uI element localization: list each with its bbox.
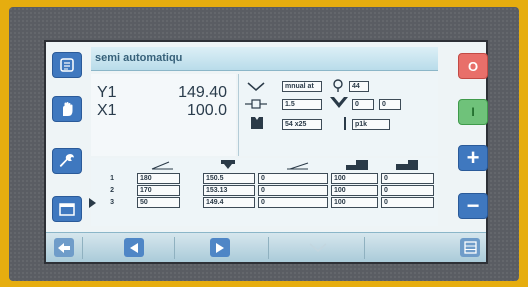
table-cell[interactable]: 0	[381, 197, 434, 208]
stop-label: O	[467, 58, 479, 74]
die-width-field[interactable]: 1.5	[282, 99, 322, 110]
previous-button[interactable]	[124, 238, 144, 257]
angle-col-icon	[151, 161, 173, 170]
next-button[interactable]	[210, 238, 230, 257]
back-arrow-icon	[58, 242, 70, 253]
program-field[interactable]: p1k	[352, 119, 390, 130]
punch-icon	[251, 117, 263, 129]
axis-label: X1	[97, 102, 117, 119]
z-axis-col-icon	[396, 160, 418, 170]
divider	[174, 237, 175, 259]
program-button[interactable]	[52, 196, 82, 222]
divider	[82, 237, 83, 259]
plus-icon: +	[466, 145, 480, 170]
thickness-icon	[344, 117, 346, 130]
table-cell[interactable]: 170	[137, 185, 180, 196]
play-left-icon	[130, 242, 138, 253]
die-width-icon	[245, 99, 267, 109]
menu-icon	[60, 58, 74, 72]
row-number: 1	[110, 175, 114, 182]
expand-button[interactable]	[308, 238, 328, 257]
tool-icon	[333, 79, 343, 92]
bend-v-icon	[330, 97, 348, 108]
mode-field[interactable]: mnual at	[282, 81, 322, 92]
tools-button[interactable]	[52, 148, 82, 174]
table-cell[interactable]: 100	[331, 173, 378, 184]
menu-button[interactable]	[52, 52, 82, 78]
bend-b-field[interactable]: 0	[379, 99, 401, 110]
table-cell[interactable]: 153.13	[203, 185, 255, 196]
backgauge-col-icon	[287, 162, 309, 170]
bend-a-field[interactable]: 0	[352, 99, 374, 110]
table-cell[interactable]: 50	[137, 197, 180, 208]
table-cell[interactable]: 0	[258, 197, 328, 208]
row-number: 3	[110, 199, 114, 206]
manual-mode-button[interactable]	[52, 96, 82, 122]
minus-icon: −	[466, 193, 480, 218]
title-bar: semi automatiqu	[91, 47, 438, 71]
decrease-button[interactable]: −	[458, 193, 488, 219]
hand-icon	[63, 102, 73, 116]
active-row-indicator	[89, 198, 96, 208]
calendar-icon	[59, 203, 75, 216]
wrench-icon	[59, 154, 74, 167]
row-number: 2	[110, 187, 114, 194]
bottom-toolbar	[46, 232, 486, 262]
table-cell[interactable]: 150.5	[203, 173, 255, 184]
increase-button[interactable]: +	[458, 145, 488, 171]
table-cell[interactable]: 0	[258, 173, 328, 184]
punch-field[interactable]: 54 x25	[282, 119, 322, 130]
bend-angle-icon	[247, 82, 265, 91]
back-button[interactable]	[54, 238, 74, 257]
r-axis-col-icon	[346, 160, 368, 170]
parameters-panel: mnual at 44 1.5 0 0 54 x25 p1k	[238, 74, 438, 156]
axis-label: Y1	[97, 84, 117, 101]
chevron-down-icon	[309, 242, 327, 252]
table-cell[interactable]: 100	[331, 185, 378, 196]
play-right-icon	[216, 242, 224, 253]
stop-button[interactable]: O	[458, 53, 488, 79]
depth-col-icon	[221, 160, 235, 169]
overview-button[interactable]	[460, 238, 480, 257]
table-cell[interactable]: 149.4	[203, 197, 255, 208]
tool-field[interactable]: 44	[349, 81, 369, 92]
axes-readout: Y1 149.40 X1 100.0	[91, 74, 236, 156]
axis-value: 100.0	[186, 102, 227, 119]
table-cell[interactable]: 0	[258, 185, 328, 196]
table-cell[interactable]: 180	[137, 173, 180, 184]
axis-value: 149.40	[178, 84, 227, 101]
grid-icon	[463, 241, 477, 254]
table-cell[interactable]: 100	[331, 197, 378, 208]
start-button[interactable]: I	[458, 99, 488, 125]
table-cell[interactable]: 0	[381, 185, 434, 196]
start-label: I	[471, 105, 475, 119]
divider	[268, 237, 269, 259]
page-title: semi automatiqu	[95, 52, 183, 64]
table-cell[interactable]: 0	[381, 173, 434, 184]
divider	[364, 237, 365, 259]
bend-table: 1 180 150.5 0 100 0 2 170 153.13 0 100 0…	[89, 158, 438, 226]
